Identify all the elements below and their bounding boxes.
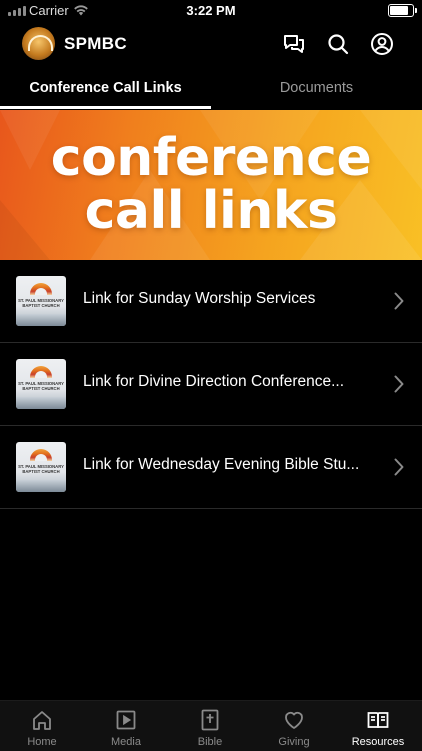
links-list: ST. PAUL MISSIONARY BAPTIST CHURCH Link …	[0, 260, 422, 509]
heart-icon	[285, 711, 303, 729]
nav-giving[interactable]: Giving	[252, 701, 336, 751]
bottom-nav: Home Media Bible Giving Resources	[0, 700, 422, 751]
church-thumbnail: ST. PAUL MISSIONARY BAPTIST CHURCH	[16, 276, 66, 326]
nav-media[interactable]: Media	[84, 701, 168, 751]
banner-line-1: conference	[50, 128, 372, 188]
search-icon[interactable]	[324, 30, 352, 58]
list-item-label: Link for Wednesday Evening Bible Stu...	[83, 456, 360, 473]
app-header: SPMBC	[0, 22, 422, 66]
banner-line-2: call links	[84, 181, 338, 241]
media-icon	[116, 710, 136, 730]
status-time: 3:22 PM	[186, 3, 236, 18]
church-thumbnail: ST. PAUL MISSIONARY BAPTIST CHURCH	[16, 442, 66, 492]
chevron-right-icon	[394, 292, 404, 310]
nav-label: Home	[27, 736, 57, 748]
list-item[interactable]: ST. PAUL MISSIONARY BAPTIST CHURCH Link …	[0, 343, 422, 426]
nav-bible[interactable]: Bible	[168, 701, 252, 751]
list-item[interactable]: ST. PAUL MISSIONARY BAPTIST CHURCH Link …	[0, 426, 422, 509]
nav-label: Giving	[278, 736, 310, 748]
list-item[interactable]: ST. PAUL MISSIONARY BAPTIST CHURCH Link …	[0, 260, 422, 343]
tab-documents[interactable]: Documents	[211, 70, 422, 108]
home-icon	[33, 711, 51, 730]
nav-home[interactable]: Home	[0, 701, 84, 751]
list-item-label: Link for Sunday Worship Services	[83, 290, 316, 307]
conference-banner: conference call links	[0, 110, 422, 260]
battery-icon	[388, 4, 417, 17]
chat-icon[interactable]	[280, 30, 308, 58]
list-item-label: Link for Divine Direction Conference...	[83, 373, 345, 390]
nav-label: Resources	[351, 736, 405, 748]
nav-resources[interactable]: Resources	[336, 701, 420, 751]
status-bar: Carrier 3:22 PM	[0, 0, 422, 22]
tab-conference-call-links[interactable]: Conference Call Links	[0, 70, 211, 108]
church-thumbnail: ST. PAUL MISSIONARY BAPTIST CHURCH	[16, 359, 66, 409]
nav-label: Bible	[197, 736, 223, 748]
chevron-right-icon	[394, 458, 404, 476]
nav-label: Media	[111, 736, 141, 748]
church-logo	[22, 27, 55, 60]
active-tab-indicator	[0, 106, 211, 109]
profile-icon[interactable]	[368, 30, 396, 58]
tab-bar: Conference Call Links Documents	[0, 70, 422, 110]
chevron-right-icon	[394, 375, 404, 393]
bible-icon	[201, 709, 219, 731]
resources-icon	[367, 712, 389, 728]
app-title: SPMBC	[64, 34, 127, 53]
